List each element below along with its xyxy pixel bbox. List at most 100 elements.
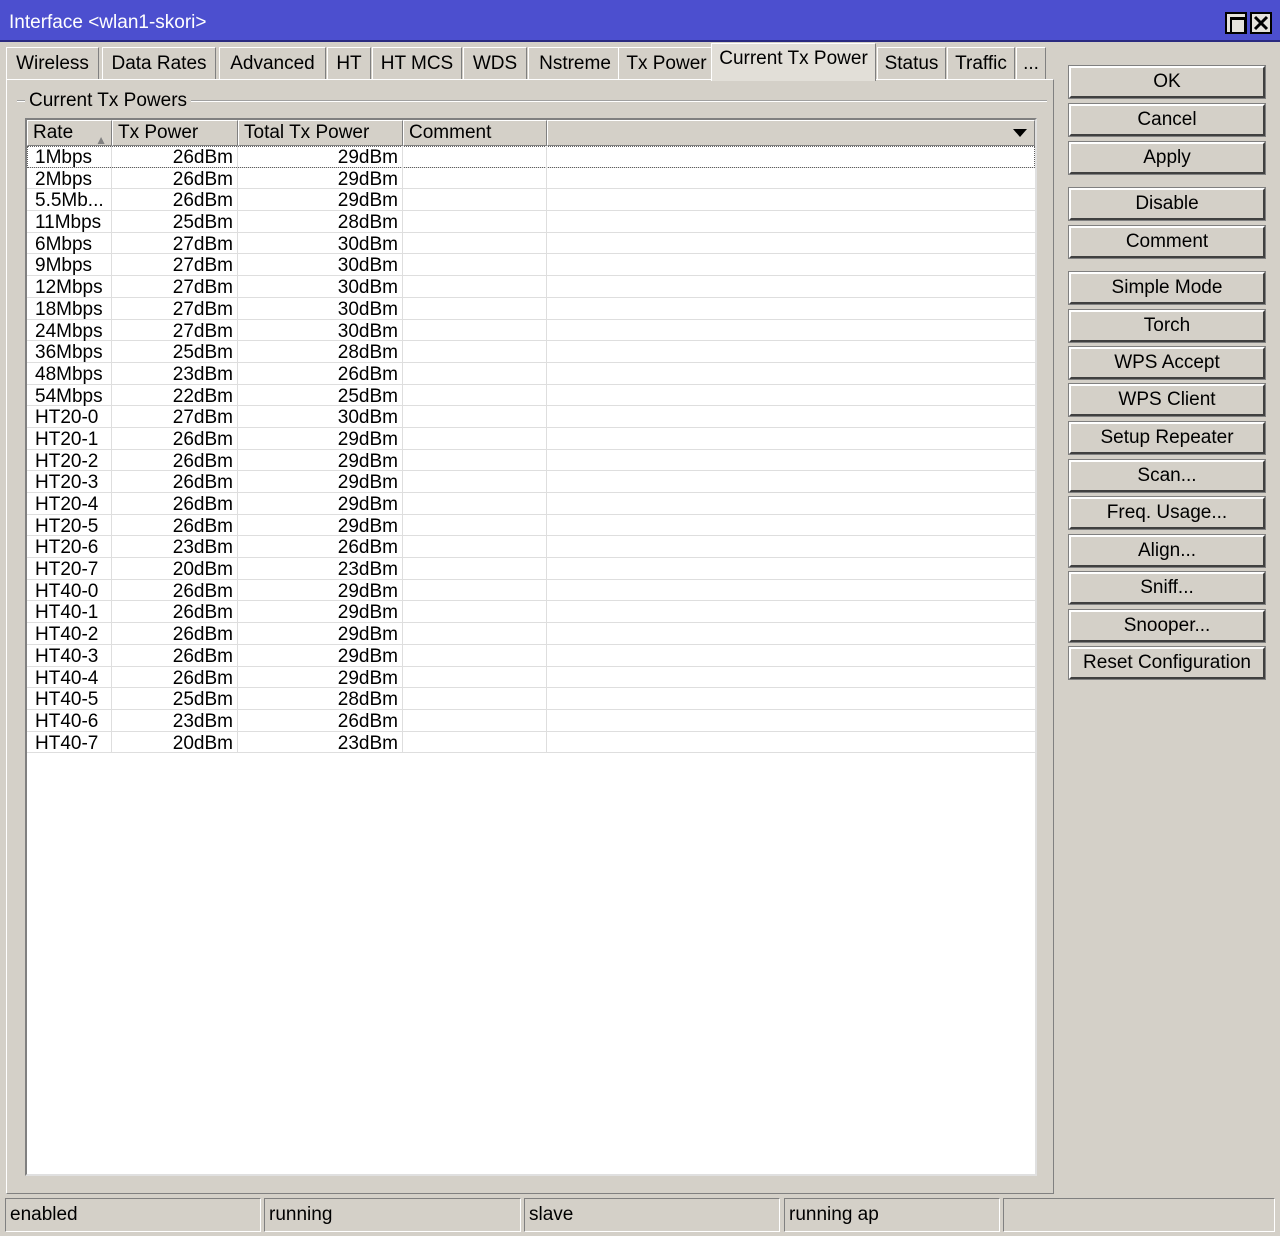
cell-comment (403, 666, 547, 689)
align-button[interactable]: Align... (1068, 534, 1266, 568)
tab-status[interactable]: Status (877, 47, 946, 80)
cell-comment (403, 558, 547, 580)
cell-filler (547, 580, 1035, 602)
cell-tx-power: 26dBm (112, 579, 238, 602)
tab-panel: Current Tx Powers Rate ▲ Tx Power Total … (6, 79, 1054, 1194)
table-row[interactable]: HT20-0 27dBm 30dBm (27, 406, 1035, 428)
cell-comment (403, 341, 547, 363)
table-row[interactable]: 54Mbps 22dBm 25dBm (27, 384, 1035, 407)
table-row[interactable]: 11Mbps 25dBm 28dBm (27, 211, 1035, 233)
table-row[interactable]: HT40-4 26dBm 29dBm (27, 666, 1035, 689)
tab-tx-power[interactable]: Tx Power (618, 47, 715, 80)
window-title: Interface <wlan1-skori> (9, 12, 207, 33)
cell-filler (547, 320, 1035, 342)
table-row[interactable]: 36Mbps 25dBm 28dBm (27, 341, 1035, 363)
table-row[interactable]: 2Mbps 26dBm 29dBm (27, 167, 1035, 190)
table-row[interactable]: 1Mbps 26dBm 29dBm (27, 146, 1035, 168)
table-row[interactable]: HT20-1 26dBm 29dBm (27, 427, 1035, 450)
cell-comment (403, 362, 547, 385)
table-row[interactable]: HT20-6 23dBm 26dBm (27, 536, 1035, 559)
cell-tx-power: 27dBm (112, 254, 238, 277)
tab-more[interactable]: ... (1016, 47, 1046, 80)
cell-rate: 12Mbps (27, 276, 112, 298)
cell-total-tx-power: 29dBm (238, 471, 403, 493)
reset-configuration-button[interactable]: Reset Configuration (1068, 646, 1266, 680)
cell-total-tx-power: 28dBm (238, 688, 403, 710)
cell-filler (547, 363, 1035, 385)
cell-rate: HT40-6 (27, 709, 112, 732)
ok-button[interactable]: OK (1068, 65, 1266, 99)
table-row[interactable]: HT40-1 26dBm 29dBm (27, 601, 1035, 624)
tab-data-rates[interactable]: Data Rates (102, 47, 216, 80)
cell-tx-power: 26dBm (112, 167, 238, 190)
disable-button[interactable]: Disable (1068, 187, 1266, 221)
column-header-tx-power[interactable]: Tx Power (112, 120, 238, 146)
table-row[interactable]: HT40-2 26dBm 29dBm (27, 623, 1035, 645)
cell-tx-power: 23dBm (112, 536, 238, 559)
column-header-tx-power-label: Tx Power (118, 122, 199, 143)
column-header-rate[interactable]: Rate ▲ (27, 120, 112, 146)
apply-button[interactable]: Apply (1068, 141, 1266, 175)
table-row[interactable]: HT20-2 26dBm 29dBm (27, 449, 1035, 472)
table-row[interactable]: HT20-3 26dBm 29dBm (27, 471, 1035, 493)
column-menu-icon[interactable] (1012, 127, 1028, 139)
table-row[interactable]: HT20-7 20dBm 23dBm (27, 558, 1035, 580)
freq-usage-button[interactable]: Freq. Usage... (1068, 496, 1266, 530)
cell-rate: 54Mbps (27, 384, 112, 407)
sniff-button[interactable]: Sniff... (1068, 571, 1266, 605)
cell-rate: HT20-1 (27, 427, 112, 450)
cell-rate: 6Mbps (27, 232, 112, 255)
cell-rate: HT20-7 (27, 558, 112, 580)
cell-tx-power: 27dBm (112, 406, 238, 428)
close-icon[interactable] (1250, 12, 1272, 34)
tab-wireless[interactable]: Wireless (6, 47, 99, 80)
comment-button[interactable]: Comment (1068, 225, 1266, 259)
table-row[interactable]: HT20-4 26dBm 29dBm (27, 493, 1035, 515)
table-row[interactable]: 5.5Mb... 26dBm 29dBm (27, 189, 1035, 212)
table-row[interactable]: HT40-6 23dBm 26dBm (27, 709, 1035, 732)
table-row[interactable]: HT40-5 25dBm 28dBm (27, 688, 1035, 710)
tab-traffic[interactable]: Traffic (947, 47, 1015, 80)
cell-tx-power: 27dBm (112, 232, 238, 255)
snooper-button[interactable]: Snooper... (1068, 609, 1266, 643)
column-header-comment[interactable]: Comment (403, 120, 547, 146)
simple-mode-button[interactable]: Simple Mode (1068, 271, 1266, 305)
table-row[interactable]: 24Mbps 27dBm 30dBm (27, 319, 1035, 342)
cell-comment (403, 297, 547, 320)
table-row[interactable]: 6Mbps 27dBm 30dBm (27, 232, 1035, 255)
cell-total-tx-power: 30dBm (238, 254, 403, 277)
table-body: 1Mbps 26dBm 29dBm 2Mbps 26dBm 29dBm 5.5Mb... 26… (27, 146, 1035, 754)
table-row[interactable]: 12Mbps 27dBm 30dBm (27, 276, 1035, 298)
cell-filler (547, 450, 1035, 472)
column-header-total-tx-power[interactable]: Total Tx Power (238, 120, 403, 146)
setup-repeater-button[interactable]: Setup Repeater (1068, 421, 1266, 455)
tab-current-tx-power[interactable]: Current Tx Power (711, 43, 876, 81)
cell-comment (403, 709, 547, 732)
column-header-total-tx-power-label: Total Tx Power (244, 122, 370, 143)
tab-nstreme[interactable]: Nstreme (528, 47, 622, 80)
table-row[interactable]: HT40-7 20dBm 23dBm (27, 731, 1035, 754)
maximize-icon[interactable] (1225, 12, 1247, 34)
cell-rate: HT40-0 (27, 579, 112, 602)
torch-button[interactable]: Torch (1068, 309, 1266, 343)
table-row[interactable]: 18Mbps 27dBm 30dBm (27, 297, 1035, 320)
wps-client-button[interactable]: WPS Client (1068, 383, 1266, 417)
cell-total-tx-power: 29dBm (238, 644, 403, 667)
tab-ht[interactable]: HT (327, 47, 371, 80)
table-row[interactable]: 9Mbps 27dBm 30dBm (27, 254, 1035, 277)
table-row[interactable]: HT40-0 26dBm 29dBm (27, 579, 1035, 602)
tab-advanced[interactable]: Advanced (219, 47, 326, 80)
cell-filler (547, 406, 1035, 428)
tab-wds[interactable]: WDS (463, 47, 527, 80)
tab-ht-mcs[interactable]: HT MCS (372, 47, 462, 80)
cancel-button[interactable]: Cancel (1068, 103, 1266, 137)
cell-comment (403, 731, 547, 754)
table-row[interactable]: HT40-3 26dBm 29dBm (27, 644, 1035, 667)
table-row[interactable]: 48Mbps 23dBm 26dBm (27, 362, 1035, 385)
wps-accept-button[interactable]: WPS Accept (1068, 346, 1266, 380)
cell-comment (403, 471, 547, 493)
column-header-filler (547, 120, 1035, 146)
status-bar: enabled running slave running ap (0, 1196, 1280, 1236)
scan-button[interactable]: Scan... (1068, 459, 1266, 493)
table-row[interactable]: HT20-5 26dBm 29dBm (27, 514, 1035, 537)
